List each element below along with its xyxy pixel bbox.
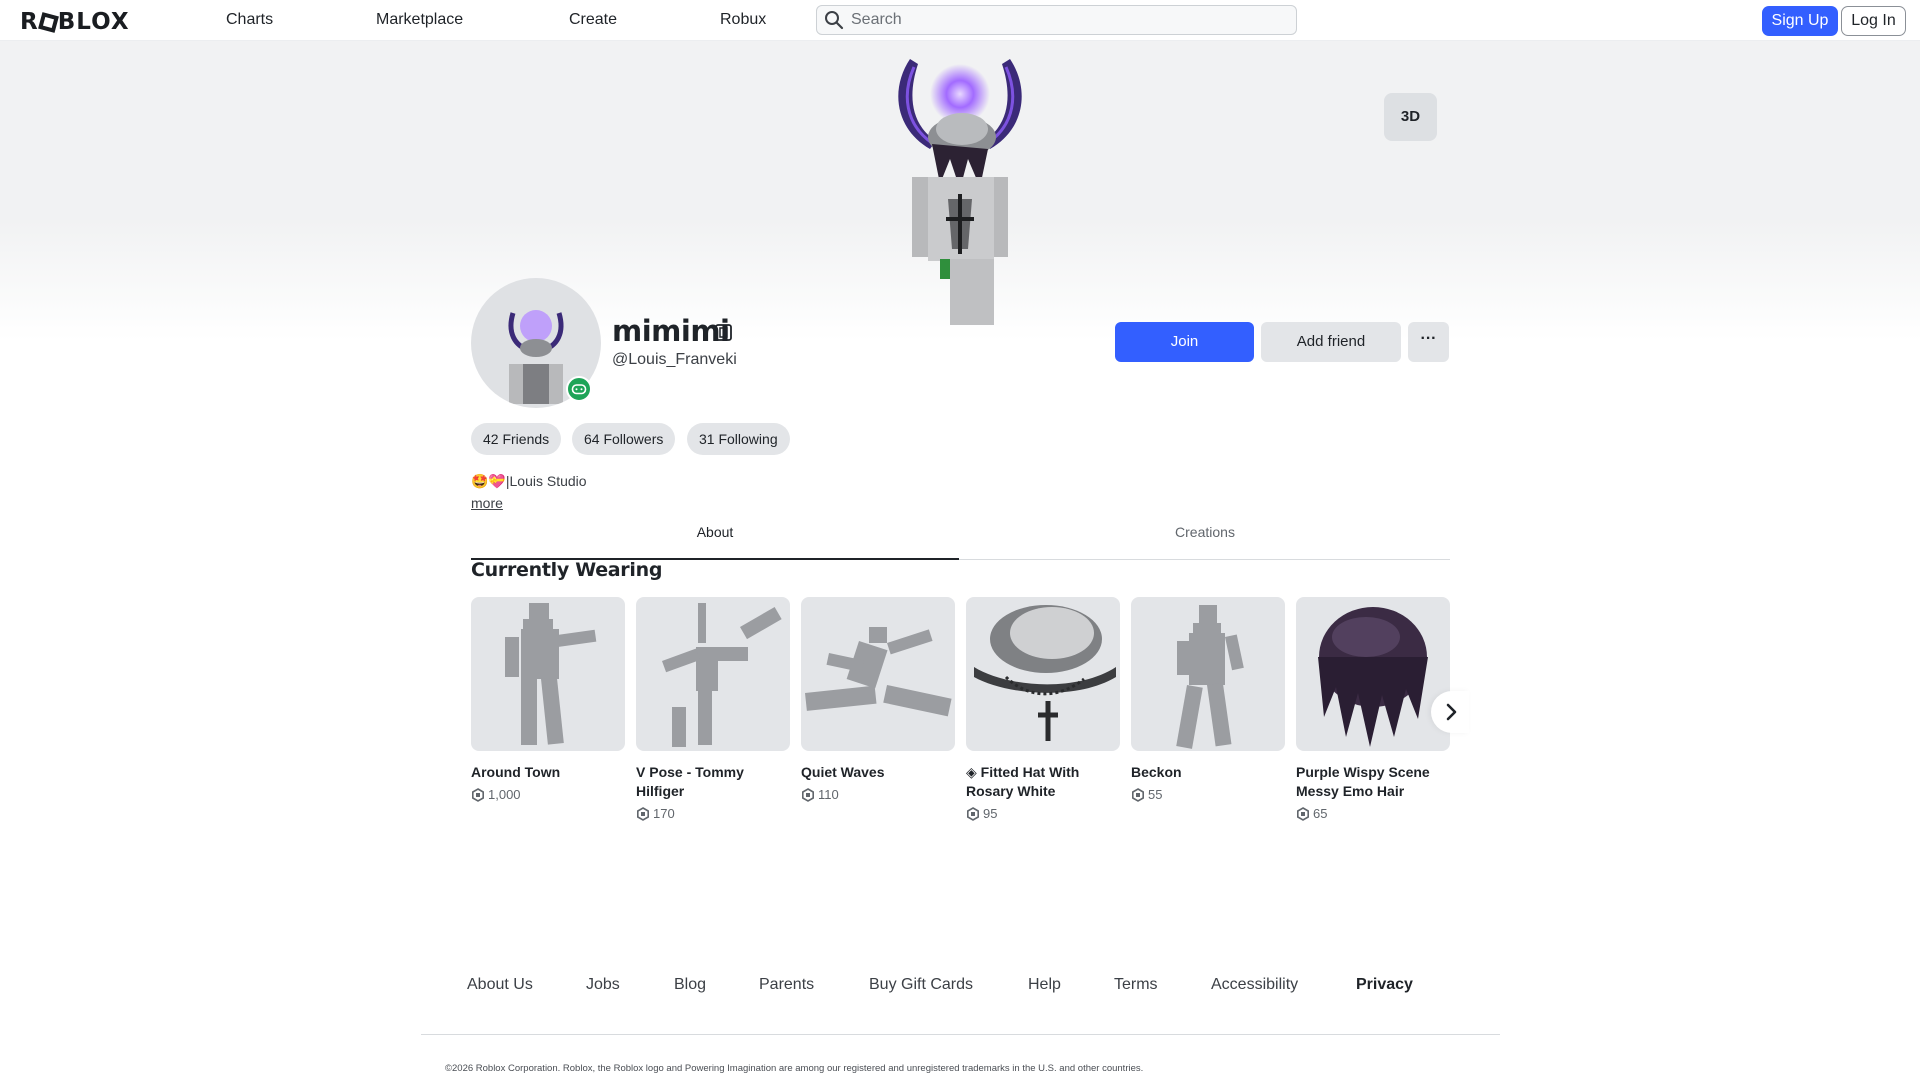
- footer-link-buy-gift-cards[interactable]: Buy Gift Cards: [869, 976, 973, 994]
- item-name: ◈ Fitted Hat With Rosary White: [966, 764, 1080, 799]
- carousel-next-button[interactable]: [1431, 691, 1469, 733]
- search-input[interactable]: [851, 9, 1281, 31]
- item-name: Quiet Waves: [801, 764, 885, 780]
- nav-marketplace[interactable]: Marketplace: [376, 11, 463, 29]
- gamepad-icon: [571, 384, 587, 395]
- following-count-pill[interactable]: 31 Following: [687, 423, 790, 455]
- nav-charts[interactable]: Charts: [226, 11, 273, 29]
- sign-up-button[interactable]: Sign Up: [1762, 6, 1838, 36]
- join-button[interactable]: Join: [1115, 322, 1254, 362]
- roblox-logo[interactable]: R BLOX: [20, 9, 130, 35]
- hair-icon: [1296, 597, 1450, 751]
- tab-about[interactable]: About: [471, 520, 959, 560]
- item-name: Beckon: [1131, 764, 1182, 780]
- emote-figure-icon: [1131, 597, 1285, 751]
- emote-figure-icon: [471, 597, 625, 751]
- profile-tabs: About Creations: [471, 520, 1450, 560]
- footer-link-privacy[interactable]: Privacy: [1356, 976, 1413, 994]
- tab-creations[interactable]: Creations: [961, 520, 1449, 560]
- log-in-button[interactable]: Log In: [1841, 6, 1906, 36]
- top-navigation-bar: RBLOX Charts Marketplace Create Robux Si…: [0, 0, 1920, 41]
- footer-link-blog[interactable]: Blog: [674, 976, 706, 994]
- robux-icon: [472, 787, 484, 802]
- search-icon: [825, 11, 844, 30]
- avatar-hero: 3D: [0, 41, 1920, 341]
- footer-divider: [421, 1034, 1500, 1035]
- bio-text: 🤩💝|Louis Studio: [471, 473, 587, 489]
- footer-link-jobs[interactable]: Jobs: [586, 976, 620, 994]
- item-price: 65: [1313, 806, 1328, 821]
- currently-wearing-heading: Currently Wearing: [471, 559, 663, 581]
- footer-link-about-us[interactable]: About Us: [467, 976, 533, 994]
- username: @Louis_Franveki: [612, 351, 737, 368]
- footer-link-help[interactable]: Help: [1028, 976, 1061, 994]
- display-name: mimimi: [612, 314, 730, 348]
- item-price: 55: [1148, 787, 1163, 802]
- item-name: Purple Wispy Scene Messy Emo Hair: [1296, 764, 1430, 799]
- robux-icon: [802, 787, 814, 802]
- robux-icon: [967, 806, 979, 821]
- bio-more-link[interactable]: more: [471, 495, 503, 511]
- item-price: 170: [653, 806, 675, 821]
- nav-robux[interactable]: Robux: [720, 11, 766, 29]
- add-friend-button[interactable]: Add friend: [1261, 322, 1401, 362]
- followers-count-pill[interactable]: 64 Followers: [572, 423, 676, 455]
- more-options-button[interactable]: ···: [1408, 322, 1449, 362]
- view-3d-button[interactable]: 3D: [1384, 93, 1437, 141]
- chevron-right-icon: [1446, 703, 1457, 721]
- hat-icon: [966, 597, 1120, 751]
- search-bar[interactable]: [816, 5, 1297, 35]
- copyright-text: ©2026 Roblox Corporation. Roblox, the Ro…: [445, 1063, 1144, 1074]
- wearing-item-card[interactable]: Quiet Waves 110: [801, 597, 955, 802]
- emote-figure-icon: [636, 597, 790, 751]
- footer-link-terms[interactable]: Terms: [1114, 976, 1158, 994]
- copy-id-icon[interactable]: [714, 323, 733, 342]
- item-name: Around Town: [471, 764, 561, 780]
- wearing-item-card[interactable]: Around Town 1,000: [471, 597, 625, 802]
- wearing-item-card[interactable]: ◈ Fitted Hat With Rosary White 95: [966, 597, 1120, 821]
- online-status-badge: [566, 376, 592, 402]
- robux-icon: [637, 806, 649, 821]
- avatar-3d-render[interactable]: [870, 49, 1050, 329]
- robux-icon: [1132, 787, 1144, 802]
- nav-create[interactable]: Create: [569, 11, 617, 29]
- item-price: 1,000: [488, 787, 521, 802]
- wearing-item-card[interactable]: Purple Wispy Scene Messy Emo Hair 65: [1296, 597, 1450, 821]
- item-name: V Pose - Tommy Hilfiger: [636, 764, 744, 799]
- friends-count-pill[interactable]: 42 Friends: [471, 423, 562, 455]
- item-price: 110: [818, 787, 839, 802]
- item-price: 95: [983, 806, 998, 821]
- wearing-item-card[interactable]: V Pose - Tommy Hilfiger 170: [636, 597, 790, 821]
- footer-link-accessibility[interactable]: Accessibility: [1211, 976, 1298, 994]
- wearing-item-card[interactable]: Beckon 55: [1131, 597, 1285, 802]
- robux-icon: [1297, 806, 1309, 821]
- emote-figure-icon: [801, 597, 955, 751]
- footer-link-parents[interactable]: Parents: [759, 976, 814, 994]
